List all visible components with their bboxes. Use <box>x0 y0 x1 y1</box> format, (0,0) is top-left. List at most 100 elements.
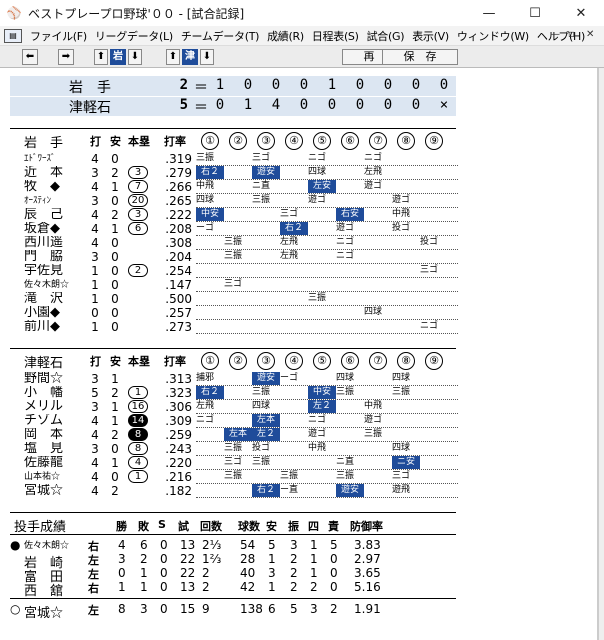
mdi-close-button[interactable]: ✕ <box>586 29 594 40</box>
minimize-button[interactable]: — <box>466 0 512 26</box>
hits: 1 <box>111 400 119 414</box>
close-button[interactable]: ✕ <box>558 0 604 26</box>
at-bat-result: 三振 <box>252 194 280 207</box>
player-name[interactable]: ｴﾄﾞﾜｰｽﾞ <box>24 152 88 166</box>
pitch-count: 42 <box>240 580 256 594</box>
pitcher-name[interactable]: 宮城☆ <box>24 602 63 621</box>
losses: 1 <box>140 580 148 594</box>
at-bat-result: 三振 <box>224 470 252 483</box>
player-name[interactable]: 塩 見 <box>24 442 88 456</box>
menu-item[interactable]: ウィンドウ(W) <box>453 28 533 44</box>
player-name[interactable]: 牧 ◆ <box>24 180 88 194</box>
at-bats: 4 <box>91 428 99 442</box>
player-name[interactable]: チゾム <box>24 414 88 428</box>
save-button[interactable]: 保 存 <box>382 49 458 65</box>
batting-average: .265 <box>165 194 192 208</box>
menu-item[interactable]: ファイル(F) <box>26 28 91 44</box>
pitcher-hand: 左 <box>88 604 99 617</box>
era: 5.16 <box>354 580 381 594</box>
batting-average: .266 <box>165 180 192 194</box>
player-name[interactable]: ｵｰｽﾃｨﾝ <box>24 194 88 208</box>
innings-pitched: 2⅓ <box>202 538 222 552</box>
walks: 3 <box>310 602 318 616</box>
mdi-minimize-button[interactable]: — <box>550 29 560 40</box>
menu-item[interactable]: 表示(V) <box>408 28 453 44</box>
player-name[interactable]: 西川遥 <box>24 236 88 250</box>
team-header: 津軽石 <box>24 356 64 371</box>
up-arrow-icon[interactable]: ⬆ <box>166 49 180 65</box>
player-name[interactable]: 辰 己 <box>24 208 88 222</box>
home-runs-badge: 8 <box>128 442 148 455</box>
up-arrow-icon[interactable]: ⬆ <box>94 49 108 65</box>
document-icon[interactable]: ▤ <box>4 28 22 43</box>
player-name[interactable]: 宇佐見 <box>24 264 88 278</box>
mdi-restore-button[interactable]: ▫ <box>568 29 575 40</box>
header-avg: 打率 <box>164 355 186 368</box>
maximize-button[interactable]: ☐ <box>512 0 558 26</box>
at-bat-result: 三振 <box>252 456 280 469</box>
player-name[interactable]: 近 本 <box>24 166 88 180</box>
player-name[interactable]: 小 幡 <box>24 386 88 400</box>
score-inning: 4 <box>271 97 281 113</box>
score-inning: 1 <box>215 77 225 93</box>
score-inning: 0 <box>299 77 309 93</box>
menu-item[interactable]: リーグデータ(L) <box>91 28 177 44</box>
player-name[interactable]: 山本祐☆ <box>24 470 88 484</box>
player-name[interactable]: メリル <box>24 400 88 414</box>
pitcher-name[interactable]: 西 舘 <box>24 580 63 599</box>
at-bats: 1 <box>91 320 99 334</box>
player-name[interactable]: 宮城☆ <box>24 484 88 498</box>
pitcher-name[interactable]: 佐々木朗☆ <box>24 538 69 551</box>
team1-button[interactable]: 岩 <box>110 49 126 65</box>
wins: 3 <box>118 552 126 566</box>
player-name[interactable]: 坂倉◆ <box>24 222 88 236</box>
inning-header: ④ <box>285 132 303 150</box>
player-name[interactable]: 小園◆ <box>24 306 88 320</box>
hits: 1 <box>111 414 119 428</box>
player-name[interactable]: 佐藤龍 <box>24 456 88 470</box>
score-team-name: 津軽石 <box>69 100 111 116</box>
batting-average: .222 <box>165 208 192 222</box>
menu-item[interactable]: 日程表(S) <box>308 28 363 44</box>
batting-average: .279 <box>165 166 192 180</box>
prev-arrow-icon[interactable]: ⬅ <box>22 49 38 65</box>
player-name[interactable]: 岡 本 <box>24 428 88 442</box>
losses: 6 <box>140 538 148 552</box>
down-arrow-icon[interactable]: ⬇ <box>128 49 142 65</box>
at-bat-result: 遊ゴ <box>392 194 420 207</box>
vertical-scrollbar[interactable] <box>598 68 604 640</box>
header-hits: 安 <box>110 135 121 148</box>
player-name[interactable]: 門 脇 <box>24 250 88 264</box>
at-bats: 1 <box>91 264 99 278</box>
hits-allowed: 1 <box>268 580 276 594</box>
next-arrow-icon[interactable]: ➡ <box>58 49 74 65</box>
hits: 1 <box>111 180 119 194</box>
player-name[interactable]: 佐々木朗☆ <box>24 278 88 292</box>
batting-average: .500 <box>165 292 192 306</box>
batting-average: .308 <box>165 236 192 250</box>
at-bat-result: ーゴ <box>280 372 308 385</box>
at-bats: 3 <box>91 250 99 264</box>
strikeouts: 3 <box>290 538 298 552</box>
window-title: ベストプレープロ野球'００ - [試合記録] <box>28 6 245 21</box>
walks: 1 <box>310 566 318 580</box>
menu-item[interactable]: チームデータ(T) <box>177 28 263 44</box>
menu-item[interactable]: 成績(R) <box>263 28 308 44</box>
at-bat-result: 中飛 <box>364 400 392 413</box>
batting-section: 岩 手打安本塁 打率 ① ② ③ ④ ⑤ ⑥ ⑦ ⑧ ⑨ ｴﾄﾞﾜｰｽﾞ 4 0.319 三振 三ゴ ニゴ ニゴ近… <box>24 132 464 334</box>
at-bat-result: ニゴ <box>336 250 364 263</box>
inning-header: ② <box>229 132 247 150</box>
team2-button[interactable]: 津 <box>182 49 198 65</box>
at-bat-result: ニゴ <box>364 152 392 165</box>
player-name[interactable]: 滝 沢 <box>24 292 88 306</box>
at-bat-result: ニゴ <box>308 152 336 165</box>
menu-item[interactable]: ヘルプ(H) <box>533 28 589 44</box>
player-name[interactable]: 野間☆ <box>24 372 88 386</box>
player-name[interactable]: 前川◆ <box>24 320 88 334</box>
batting-average: .243 <box>165 442 192 456</box>
down-arrow-icon[interactable]: ⬇ <box>200 49 214 65</box>
menu-item[interactable]: 試合(G) <box>363 28 409 44</box>
home-runs-badge: 20 <box>128 194 148 207</box>
at-bats: 3 <box>91 166 99 180</box>
inning-header: ⑥ <box>341 352 359 370</box>
